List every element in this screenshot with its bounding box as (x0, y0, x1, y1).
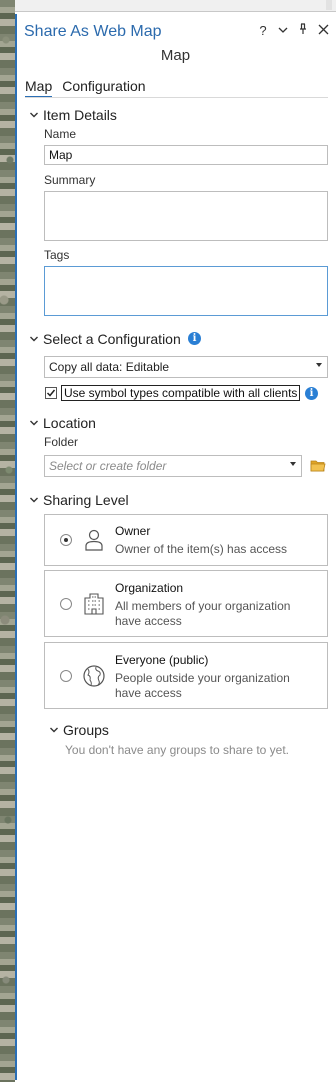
groups-empty-note: You don't have any groups to share to ye… (65, 743, 290, 757)
sharing-option-organization[interactable]: Organization All members of your organiz… (44, 570, 328, 637)
person-icon (85, 529, 103, 551)
owner-radio[interactable] (60, 534, 72, 546)
configuration-heading: Select a Configuration (43, 331, 181, 347)
symbol-compat-label[interactable]: Use symbol types compatible with all cli… (61, 385, 301, 401)
sharing-level-heading: Sharing Level (43, 492, 129, 508)
owner-description: Owner of the item(s) has access (115, 542, 288, 556)
building-icon (84, 593, 104, 615)
name-label: Name (44, 127, 77, 141)
tags-field[interactable] (44, 266, 328, 316)
tab-strip: Map Configuration (25, 78, 146, 98)
organization-title: Organization (115, 581, 184, 595)
pane-subtitle: Map (160, 47, 191, 64)
sharing-level-section-toggle[interactable]: Sharing Level (29, 492, 129, 508)
help-button[interactable]: ? (256, 23, 270, 39)
close-icon (318, 24, 328, 35)
configuration-select[interactable]: Copy all data: Editable (44, 356, 328, 378)
window-top-edge (15, 0, 336, 12)
chevron-down-icon (30, 420, 38, 426)
chevron-down-icon (30, 497, 38, 503)
configuration-section-toggle[interactable]: Select a Configuration (29, 331, 181, 347)
groups-section-toggle[interactable]: Groups (49, 722, 109, 738)
info-icon[interactable]: i (188, 332, 201, 345)
auto-hide-button[interactable] (296, 23, 310, 39)
tab-configuration[interactable]: Configuration (62, 78, 145, 98)
everyone-radio[interactable] (60, 670, 72, 682)
pane-title: Share As Web Map (24, 23, 162, 40)
name-field[interactable] (44, 145, 328, 165)
folder-placeholder: Select or create folder (49, 459, 167, 473)
dropdown-caret-icon (316, 363, 322, 367)
globe-icon (83, 665, 105, 687)
checkmark-icon (46, 389, 56, 397)
folder-label: Folder (44, 435, 79, 449)
location-section-toggle[interactable]: Location (29, 415, 96, 431)
chevron-down-icon (50, 727, 58, 733)
organization-description: All members of your organization have ac… (115, 599, 291, 628)
tags-label: Tags (44, 248, 70, 262)
chevron-down-icon (30, 336, 38, 342)
pin-icon (300, 23, 306, 34)
folder-select[interactable]: Select or create folder (44, 455, 302, 477)
sharing-option-everyone[interactable]: Everyone (public) People outside your or… (44, 642, 328, 709)
chevron-down-icon (278, 27, 288, 33)
item-details-section-toggle[interactable]: Item Details (29, 107, 117, 123)
groups-heading: Groups (63, 722, 109, 738)
options-menu-button[interactable] (276, 23, 290, 39)
chevron-down-icon (30, 112, 38, 118)
everyone-description: People outside your organization have ac… (115, 671, 290, 700)
tab-map[interactable]: Map (25, 78, 53, 98)
item-details-heading: Item Details (43, 107, 117, 123)
sharing-option-owner[interactable]: Owner Owner of the item(s) has access (44, 514, 328, 566)
map-view-edge (0, 0, 15, 1082)
summary-label: Summary (44, 173, 96, 187)
symbol-compat-checkbox[interactable] (45, 387, 57, 399)
organization-radio[interactable] (60, 598, 72, 610)
folder-icon[interactable] (310, 459, 326, 472)
info-icon[interactable]: i (305, 387, 318, 400)
location-heading: Location (43, 415, 96, 431)
owner-title: Owner (115, 524, 151, 538)
close-button[interactable] (316, 23, 330, 39)
dropdown-caret-icon (290, 462, 296, 466)
tab-divider (25, 97, 328, 98)
pane-title-bar: Share As Web Map ? (17, 14, 334, 48)
pane-controls: ? (256, 23, 330, 39)
summary-field[interactable] (44, 191, 328, 241)
configuration-selected-value: Copy all data: Editable (49, 360, 170, 374)
share-web-map-pane: Share As Web Map ? Map Map Configuration… (15, 14, 334, 1080)
everyone-title: Everyone (public) (115, 653, 209, 667)
